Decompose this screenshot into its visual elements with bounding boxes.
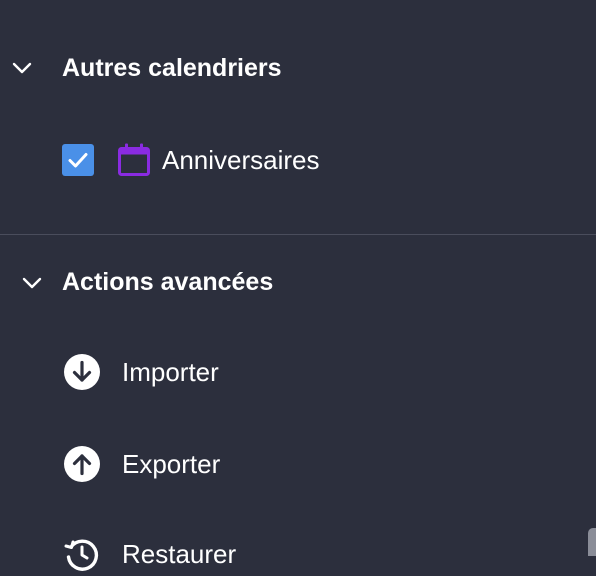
section-title: Actions avancées — [62, 268, 274, 296]
calendar-checkbox[interactable] — [62, 144, 94, 176]
action-export[interactable]: Exporter — [0, 442, 596, 486]
history-icon — [63, 535, 101, 573]
upload-circle-icon — [63, 445, 101, 483]
action-restore[interactable]: Restaurer — [0, 532, 596, 576]
section-divider — [0, 234, 596, 235]
chevron-down-icon[interactable] — [20, 271, 44, 295]
section-header-other-calendars[interactable]: Autres calendriers — [0, 48, 596, 88]
section-header-advanced-actions[interactable]: Actions avancées — [0, 262, 596, 302]
calendar-item-anniversaires[interactable]: Anniversaires — [0, 140, 596, 180]
section-title: Autres calendriers — [62, 54, 282, 82]
action-label: Exporter — [122, 449, 221, 479]
action-import[interactable]: Importer — [0, 350, 596, 394]
action-label: Importer — [122, 357, 219, 387]
calendar-icon — [116, 142, 152, 178]
download-circle-icon — [63, 353, 101, 391]
chevron-down-icon[interactable] — [10, 56, 34, 80]
action-label: Restaurer — [122, 539, 237, 569]
scrollbar-thumb[interactable] — [588, 528, 596, 556]
calendar-item-label: Anniversaires — [162, 145, 320, 175]
